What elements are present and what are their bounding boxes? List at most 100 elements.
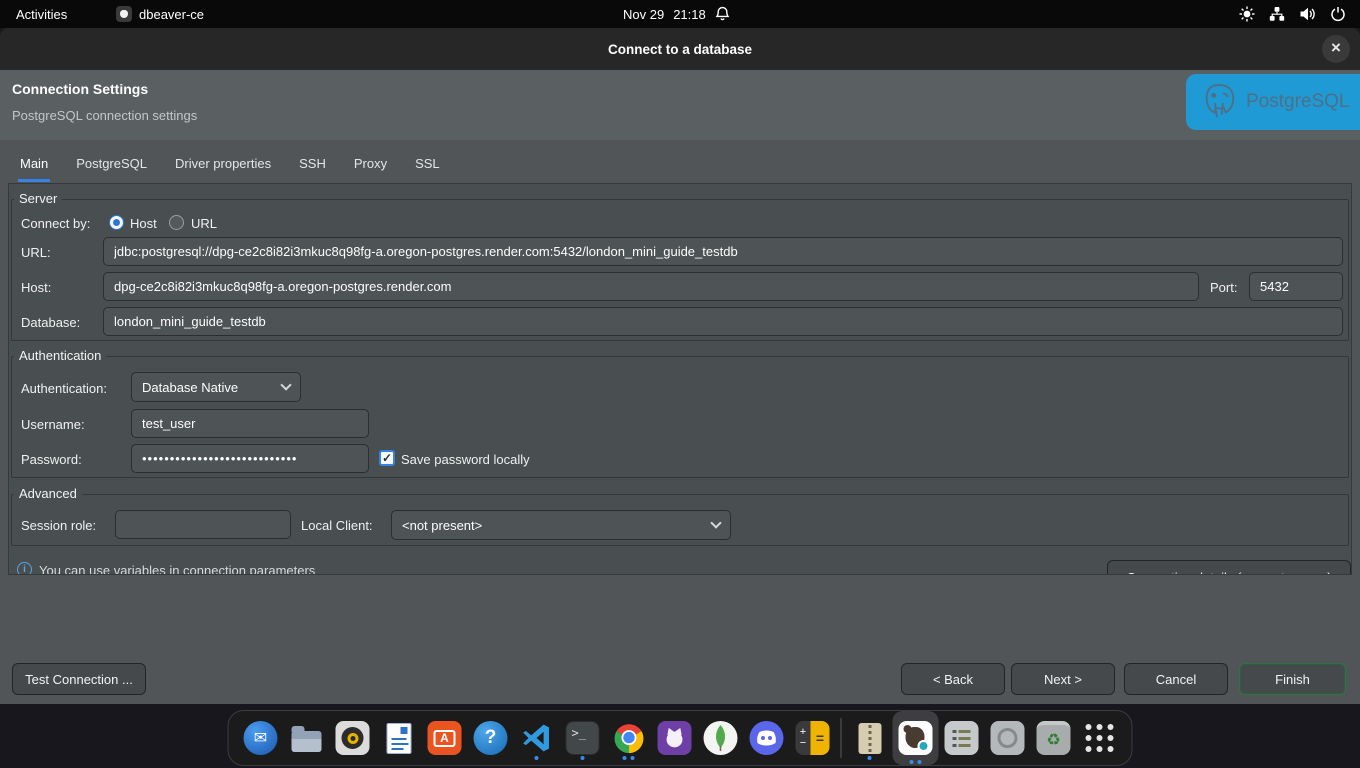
chrome-icon xyxy=(612,722,645,755)
activities-label: Activities xyxy=(16,7,67,22)
mongodb-icon xyxy=(704,721,738,755)
settings-daemon-icon xyxy=(1239,6,1255,22)
ubuntu-software-icon: A xyxy=(428,721,462,755)
archive-file-icon xyxy=(858,723,881,754)
app-grid-icon xyxy=(1086,724,1114,752)
dock-ubuntu-software[interactable]: A xyxy=(427,716,463,760)
variables-hint-text: You can use variables in connection para… xyxy=(39,563,315,575)
dock-terminal[interactable]: >_ xyxy=(565,716,601,760)
cancel-button[interactable]: Cancel xyxy=(1124,663,1228,695)
page-subtitle: PostgreSQL connection settings xyxy=(12,108,197,123)
dock-calculator[interactable]: +− = xyxy=(795,716,831,760)
test-connection-button[interactable]: Test Connection ... xyxy=(12,663,146,695)
database-label: Database: xyxy=(21,315,80,330)
database-input[interactable] xyxy=(103,307,1343,336)
host-input[interactable] xyxy=(103,272,1199,301)
page-title: Connection Settings xyxy=(12,81,148,97)
chevron-down-icon xyxy=(280,379,291,390)
dock-separator xyxy=(841,718,842,758)
dock-disks[interactable] xyxy=(990,716,1026,760)
local-client-label: Local Client: xyxy=(301,518,373,533)
clock-date: Nov 29 xyxy=(623,7,664,22)
tab-ssl[interactable]: SSL xyxy=(413,152,442,182)
close-icon[interactable] xyxy=(1322,35,1350,63)
clock-button[interactable]: Nov 29 21:18 xyxy=(615,0,738,28)
dock-files[interactable] xyxy=(289,716,325,760)
dock-libreoffice-writer[interactable] xyxy=(381,716,417,760)
advanced-group-legend: Advanced xyxy=(14,486,82,501)
username-input[interactable] xyxy=(131,409,369,438)
list-settings-icon xyxy=(945,721,979,755)
connect-by-url-radio[interactable] xyxy=(169,215,184,230)
dock-thunderbird[interactable]: ✉ xyxy=(243,716,279,760)
writer-document-icon xyxy=(386,723,411,754)
dock-trash[interactable]: ♻ xyxy=(1036,716,1072,760)
screen: Activities dbeaver-ce Nov 29 21:18 xyxy=(0,0,1360,768)
tab-driver-properties[interactable]: Driver properties xyxy=(173,152,273,182)
local-client-select-value: <not present> xyxy=(402,518,482,533)
discord-icon xyxy=(750,721,784,755)
dock-dbeaver[interactable] xyxy=(898,716,934,760)
session-role-label: Session role: xyxy=(21,518,96,533)
authentication-group-legend: Authentication xyxy=(14,348,106,363)
files-folder-icon xyxy=(292,731,322,752)
dock-vscode[interactable] xyxy=(519,716,555,760)
dialog-title: Connect to a database xyxy=(608,42,752,57)
top-bar: Activities dbeaver-ce Nov 29 21:18 xyxy=(0,0,1360,28)
url-input[interactable] xyxy=(103,237,1343,266)
activities-button[interactable]: Activities xyxy=(8,0,75,28)
wizard-header: Connection Settings PostgreSQL connectio… xyxy=(0,70,1360,140)
desktop-bottom-band: ✉ A ? >_ xyxy=(0,704,1360,768)
local-client-select[interactable]: <not present> xyxy=(391,510,731,540)
info-icon xyxy=(17,562,32,575)
dialog-titlebar[interactable]: Connect to a database xyxy=(0,28,1360,70)
connection-details-button[interactable]: Connection details (name, type, ... ) xyxy=(1107,560,1351,575)
tab-postgresql[interactable]: PostgreSQL xyxy=(74,152,149,182)
authentication-select[interactable]: Database Native xyxy=(131,372,301,402)
url-label: URL: xyxy=(21,245,51,260)
save-password-checkbox[interactable] xyxy=(379,450,395,466)
vscode-icon xyxy=(521,722,553,754)
tab-ssh[interactable]: SSH xyxy=(297,152,328,182)
dock-github-desktop[interactable] xyxy=(657,716,693,760)
connect-by-host-radio[interactable] xyxy=(109,215,124,230)
password-input[interactable] xyxy=(131,444,369,473)
tab-main[interactable]: Main xyxy=(18,152,50,182)
dock-app-grid[interactable] xyxy=(1082,716,1118,760)
finish-button[interactable]: Finish xyxy=(1239,663,1346,695)
postgresql-logo-icon xyxy=(1200,82,1238,122)
tab-proxy[interactable]: Proxy xyxy=(352,152,389,182)
terminal-icon: >_ xyxy=(566,721,600,755)
thunderbird-icon: ✉ xyxy=(244,721,278,755)
dialog-body: Main PostgreSQL Driver properties SSH Pr… xyxy=(0,140,1360,704)
port-input[interactable] xyxy=(1249,272,1343,301)
dock: ✉ A ? >_ xyxy=(228,710,1133,766)
connect-by-host-radio-label[interactable]: Host xyxy=(130,216,157,231)
focused-app-indicator[interactable]: dbeaver-ce xyxy=(108,0,212,28)
power-icon xyxy=(1330,6,1346,22)
connect-by-label: Connect by: xyxy=(21,216,90,231)
clock-time: 21:18 xyxy=(673,7,706,22)
session-role-input[interactable] xyxy=(115,510,291,539)
connect-by-url-radio-label[interactable]: URL xyxy=(191,216,217,231)
dock-chrome[interactable] xyxy=(611,716,647,760)
network-icon xyxy=(1269,6,1285,22)
next-button[interactable]: Next > xyxy=(1011,663,1115,695)
focused-app-name: dbeaver-ce xyxy=(139,7,204,22)
save-password-label[interactable]: Save password locally xyxy=(401,452,530,467)
dbeaver-beaver-icon xyxy=(899,721,933,755)
dock-system-app[interactable] xyxy=(944,716,980,760)
notification-bell-icon xyxy=(715,6,730,22)
username-label: Username: xyxy=(21,417,85,432)
authentication-select-value: Database Native xyxy=(142,380,238,395)
dock-discord[interactable] xyxy=(749,716,785,760)
dock-help[interactable]: ? xyxy=(473,716,509,760)
dock-archive-manager[interactable] xyxy=(852,716,888,760)
help-icon: ? xyxy=(474,721,508,755)
dock-mongodb[interactable] xyxy=(703,716,739,760)
dock-rhythmbox[interactable] xyxy=(335,716,371,760)
back-button[interactable]: < Back xyxy=(901,663,1005,695)
trash-icon: ♻ xyxy=(1037,721,1071,755)
server-group-legend: Server xyxy=(14,191,62,206)
system-status-area[interactable] xyxy=(1231,0,1354,28)
